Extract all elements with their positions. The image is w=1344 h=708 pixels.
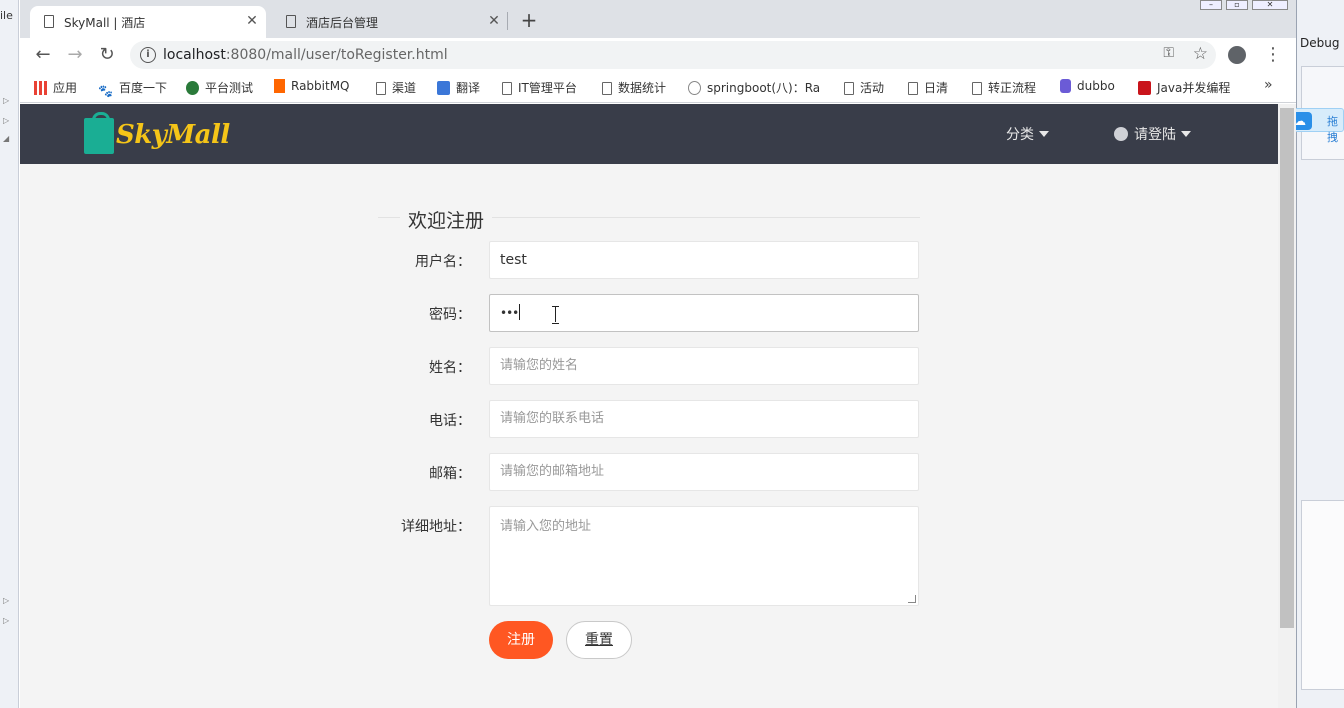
page-icon [286,15,296,28]
rabbitmq-icon [274,79,285,93]
password-label: 密码： [429,307,471,323]
password-mask: ••• [500,306,519,320]
name-input[interactable]: 请输您的姓名 [489,347,919,385]
ide-scroll-panel [1301,500,1344,690]
browser-window: SkyMall | 酒店 ✕ 酒店后台管理 ✕ + – ▫ ✕ ← → ↻ i … [20,0,1296,708]
bookmark-star-icon[interactable]: ☆ [1193,44,1208,64]
close-icon[interactable]: ✕ [242,11,262,31]
bookmark-regularization[interactable]: 转正流程 [972,79,1036,96]
browser-toolbar: ← → ↻ i localhost:8080/mall/user/toRegis… [20,38,1296,72]
resize-grip-icon[interactable] [908,595,916,603]
url-host: localhost [163,47,226,63]
tab-strip: SkyMall | 酒店 ✕ 酒店后台管理 ✕ + – ▫ ✕ [20,0,1296,38]
address-bar[interactable]: i localhost:8080/mall/user/toRegister.ht… [130,41,1216,69]
address-placeholder: 请输入您的地址 [500,519,592,534]
user-circle-icon [1114,127,1128,141]
bookmark-channel[interactable]: 渠道 [376,79,416,96]
tab-hotel-admin[interactable]: 酒店后台管理 ✕ [272,6,508,38]
tab-skymall[interactable]: SkyMall | 酒店 ✕ [30,6,266,38]
back-button[interactable]: ← [30,42,56,68]
apps-grid-icon [34,81,47,95]
shopping-bag-icon [84,112,114,154]
debug-perspective-label[interactable]: Debug [1300,36,1339,50]
text-caret [519,304,521,320]
bookmark-daily[interactable]: 日清 [908,79,948,96]
close-icon[interactable]: ✕ [484,11,504,31]
page-icon [602,82,612,95]
tab-divider [507,12,508,30]
page-content: SkyMall 分类 请登陆 欢迎注册 用户名： test 密码： ••• 姓名… [20,104,1278,708]
bookmark-rabbitmq[interactable]: RabbitMQ [274,79,350,93]
bookmark-translate[interactable]: 翻译 [437,79,480,96]
bookmarks-overflow-icon[interactable]: » [1264,77,1273,93]
page-icon [502,82,512,95]
url-text[interactable]: localhost:8080/mall/user/toRegister.html [163,47,448,63]
page-scrollbar[interactable] [1278,104,1296,708]
bookmark-baidu[interactable]: 🐾 百度一下 [98,79,167,98]
logo-text: SkyMall [116,120,230,150]
nav-login-dropdown[interactable]: 请登陆 [1114,124,1191,144]
minimize-button[interactable]: – [1200,0,1222,10]
name-label: 姓名： [429,360,471,376]
baidu-paw-icon: 🐾 [98,84,113,98]
ide-left-panel: ile ▷ ▷ ◢ ▷ ▷ [0,0,19,708]
email-input[interactable]: 请输您的邮箱地址 [489,453,919,491]
form-title: 欢迎注册 [400,206,493,233]
bookmark-apps[interactable]: 应用 [34,79,77,96]
register-button[interactable]: 注册 [489,621,553,659]
tree-expand-icon[interactable]: ▷ [3,596,9,605]
baidu-netdisk-tip: 拖拽 [1327,115,1338,144]
caret-down-icon [1039,131,1049,137]
bookmark-statistics[interactable]: 数据统计 [602,79,666,96]
address-textarea[interactable]: 请输入您的地址 [489,506,919,606]
bookmarks-bar: 应用 🐾 百度一下 平台测试 RabbitMQ 渠道 翻译 IT管理平台 数据统计… [20,72,1296,103]
url-path: :8080/mall/user/toRegister.html [225,47,448,63]
tab-title: SkyMall | 酒店 [64,16,146,30]
bookmark-activity[interactable]: 活动 [844,79,884,96]
globe-icon [186,81,199,95]
caret-down-icon [1181,131,1191,137]
csdn-icon [1138,81,1151,95]
window-close-button[interactable]: ✕ [1252,0,1288,10]
page-icon [376,82,386,95]
translate-icon [437,81,450,95]
tree-expand-icon[interactable]: ▷ [3,616,9,625]
bookmark-java-concurrency[interactable]: Java并发编程 [1138,79,1230,96]
email-label: 邮箱： [429,466,471,482]
globe-icon [688,81,701,95]
page-icon [44,15,54,28]
reset-button[interactable]: 重置 [566,621,632,659]
phone-label: 电话： [429,413,471,429]
nav-category-dropdown[interactable]: 分类 [1006,124,1049,144]
forward-button[interactable]: → [62,42,88,68]
username-input[interactable]: test [489,241,919,279]
site-info-icon[interactable]: i [140,47,156,63]
tree-expand-icon[interactable]: ▷ [3,116,9,125]
bookmark-platform-test[interactable]: 平台测试 [186,79,253,96]
phone-input[interactable]: 请输您的联系电话 [489,400,919,438]
key-icon[interactable]: ⚿ [1163,45,1174,61]
reload-button[interactable]: ↻ [94,42,120,68]
tab-title: 酒店后台管理 [306,16,379,30]
address-label: 详细地址： [401,519,471,535]
scrollbar-thumb[interactable] [1280,108,1294,628]
browser-menu-icon[interactable]: ⋮ [1264,42,1282,68]
bookmark-it-platform[interactable]: IT管理平台 [502,79,577,96]
new-tab-button[interactable]: + [516,8,542,34]
page-icon [844,82,854,95]
ibeam-cursor [552,306,560,324]
profile-avatar-icon[interactable] [1228,46,1246,64]
bookmark-springboot[interactable]: springboot(八)：Ra [688,79,820,96]
username-label: 用户名： [415,254,471,270]
tree-collapse-icon[interactable]: ◢ [3,134,9,143]
bookmark-dubbo[interactable]: dubbo [1060,79,1115,93]
restore-button[interactable]: ▫ [1226,0,1248,10]
ide-right-panel: Debug [1296,0,1344,708]
page-icon [972,82,982,95]
site-navbar: SkyMall 分类 请登陆 [20,104,1278,164]
tree-expand-icon[interactable]: ▷ [3,96,9,105]
page-icon [908,82,918,95]
ide-left-fragment: ile [0,9,13,22]
dubbo-icon [1060,79,1071,93]
